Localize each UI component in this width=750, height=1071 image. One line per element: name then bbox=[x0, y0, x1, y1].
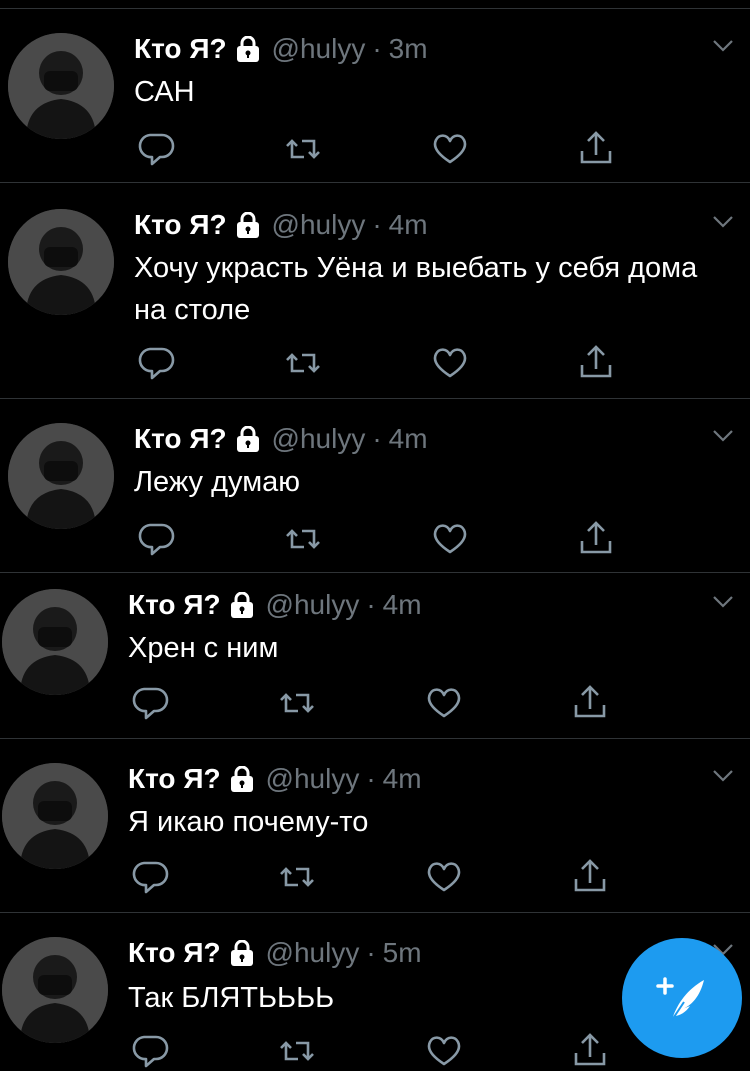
retweet-icon[interactable] bbox=[283, 343, 323, 383]
tweet-actions bbox=[0, 683, 750, 723]
display-name[interactable]: Кто Я? bbox=[128, 937, 221, 969]
tweet-header: Кто Я? @hulyy · 4m bbox=[134, 207, 428, 243]
avatar[interactable] bbox=[8, 209, 114, 315]
tweet[interactable]: Кто Я? @hulyy · 4m Я икаю почему-то bbox=[0, 739, 750, 913]
retweet-icon[interactable] bbox=[277, 683, 317, 723]
like-icon[interactable] bbox=[424, 1031, 464, 1071]
share-icon[interactable] bbox=[576, 343, 616, 383]
share-icon[interactable] bbox=[576, 519, 616, 559]
compose-tweet-button[interactable] bbox=[622, 938, 742, 1058]
user-handle[interactable]: @hulyy bbox=[266, 937, 360, 969]
compose-tweet-icon bbox=[656, 977, 704, 1021]
user-handle[interactable]: @hulyy bbox=[272, 33, 366, 65]
tweet-text: Я икаю почему-то bbox=[128, 806, 369, 838]
chevron-down-icon[interactable] bbox=[712, 429, 734, 443]
separator: · bbox=[372, 423, 382, 454]
lock-icon bbox=[236, 211, 260, 238]
share-icon[interactable] bbox=[570, 683, 610, 723]
display-name[interactable]: Кто Я? bbox=[134, 423, 227, 455]
display-name[interactable]: Кто Я? bbox=[128, 589, 221, 621]
display-name[interactable]: Кто Я? bbox=[134, 209, 227, 241]
tweet-text: Хрен с ним bbox=[128, 632, 279, 664]
lock-icon bbox=[236, 425, 260, 452]
top-divider bbox=[0, 0, 750, 9]
separator: · bbox=[372, 209, 382, 240]
timestamp[interactable]: 5m bbox=[383, 937, 422, 969]
like-icon[interactable] bbox=[424, 857, 464, 897]
timestamp[interactable]: 4m bbox=[389, 423, 428, 455]
share-icon[interactable] bbox=[576, 129, 616, 169]
user-handle[interactable]: @hulyy bbox=[266, 763, 360, 795]
like-icon[interactable] bbox=[430, 343, 470, 383]
tweet-header: Кто Я? @hulyy · 5m bbox=[128, 935, 422, 971]
reply-icon[interactable] bbox=[130, 857, 170, 897]
reply-icon[interactable] bbox=[130, 1031, 170, 1071]
tweet-actions bbox=[0, 343, 750, 383]
separator: · bbox=[372, 33, 382, 64]
tweet[interactable]: Кто Я? @hulyy · 3m САН bbox=[0, 9, 750, 183]
tweet-header: Кто Я? @hulyy · 4m bbox=[128, 587, 422, 623]
avatar[interactable] bbox=[2, 589, 108, 695]
lock-icon bbox=[230, 765, 254, 792]
timestamp[interactable]: 3m bbox=[389, 33, 428, 65]
tweet-header: Кто Я? @hulyy · 4m bbox=[134, 421, 428, 457]
timestamp[interactable]: 4m bbox=[383, 763, 422, 795]
lock-icon bbox=[230, 939, 254, 966]
share-icon[interactable] bbox=[570, 1031, 610, 1071]
tweet[interactable]: Кто Я? @hulyy · 4m Лежу думаю bbox=[0, 399, 750, 573]
tweet[interactable]: Кто Я? @hulyy · 4m Хрен с ним bbox=[0, 573, 750, 739]
avatar[interactable] bbox=[2, 763, 108, 869]
share-icon[interactable] bbox=[570, 857, 610, 897]
reply-icon[interactable] bbox=[136, 343, 176, 383]
tweet-text: Хочу украсть Уёна и выебать у себя дома … bbox=[134, 252, 698, 326]
chevron-down-icon[interactable] bbox=[712, 595, 734, 609]
tweet-header: Кто Я? @hulyy · 4m bbox=[128, 761, 422, 797]
retweet-icon[interactable] bbox=[277, 857, 317, 897]
display-name[interactable]: Кто Я? bbox=[134, 33, 227, 65]
retweet-icon[interactable] bbox=[277, 1031, 317, 1071]
like-icon[interactable] bbox=[424, 683, 464, 723]
retweet-icon[interactable] bbox=[283, 129, 323, 169]
tweet-header: Кто Я? @hulyy · 3m bbox=[134, 31, 428, 67]
tweet-text: Лежу думаю bbox=[134, 466, 301, 498]
tweet-text: САН bbox=[134, 76, 195, 108]
reply-icon[interactable] bbox=[130, 683, 170, 723]
display-name[interactable]: Кто Я? bbox=[128, 763, 221, 795]
separator: · bbox=[366, 763, 376, 794]
separator: · bbox=[366, 937, 376, 968]
lock-icon bbox=[230, 591, 254, 618]
timestamp[interactable]: 4m bbox=[383, 589, 422, 621]
avatar[interactable] bbox=[8, 33, 114, 139]
tweet-actions bbox=[0, 129, 750, 169]
lock-icon bbox=[236, 35, 260, 62]
separator: · bbox=[366, 589, 376, 620]
like-icon[interactable] bbox=[430, 129, 470, 169]
user-handle[interactable]: @hulyy bbox=[272, 423, 366, 455]
tweet[interactable]: Кто Я? @hulyy · 4m Хочу украсть Уёна и в… bbox=[0, 183, 750, 399]
user-handle[interactable]: @hulyy bbox=[272, 209, 366, 241]
tweet-text: Так БЛЯТЬЬЬЬ bbox=[128, 982, 335, 1014]
user-handle[interactable]: @hulyy bbox=[266, 589, 360, 621]
chevron-down-icon[interactable] bbox=[712, 39, 734, 53]
avatar[interactable] bbox=[8, 423, 114, 529]
chevron-down-icon[interactable] bbox=[712, 769, 734, 783]
reply-icon[interactable] bbox=[136, 129, 176, 169]
timestamp[interactable]: 4m bbox=[389, 209, 428, 241]
like-icon[interactable] bbox=[430, 519, 470, 559]
reply-icon[interactable] bbox=[136, 519, 176, 559]
tweet-actions bbox=[0, 519, 750, 559]
avatar[interactable] bbox=[2, 937, 108, 1043]
tweet-actions bbox=[0, 857, 750, 897]
retweet-icon[interactable] bbox=[283, 519, 323, 559]
chevron-down-icon[interactable] bbox=[712, 215, 734, 229]
